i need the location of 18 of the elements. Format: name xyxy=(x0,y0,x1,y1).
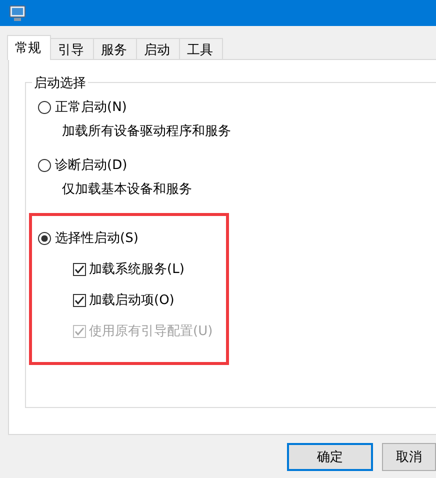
checkbox[interactable] xyxy=(73,294,86,306)
group-title: 启动选择 xyxy=(32,74,88,92)
option-description: 仅加载基本设备和服务 xyxy=(62,181,193,198)
checkbox-label[interactable]: 加载系统服务(L) xyxy=(89,260,184,278)
checkbox[interactable] xyxy=(73,262,86,276)
cancel-button[interactable]: 取消 xyxy=(382,442,436,470)
radio-button[interactable] xyxy=(38,100,51,114)
radio-label[interactable]: 诊断启动(D) xyxy=(55,156,128,174)
radio-button[interactable] xyxy=(38,232,51,244)
monitor-icon xyxy=(9,4,26,22)
checkbox-label[interactable]: 加载启动项(O) xyxy=(89,291,174,309)
ok-button[interactable]: 确定 xyxy=(287,442,373,470)
option-description: 加载所有设备驱动程序和服务 xyxy=(62,123,232,140)
tab[interactable]: 常规 xyxy=(7,35,51,60)
radio-label[interactable]: 正常启动(N) xyxy=(55,98,127,116)
tab[interactable]: 工具 xyxy=(179,38,223,60)
radio-button[interactable] xyxy=(38,158,51,172)
radio-label[interactable]: 选择性启动(S) xyxy=(55,229,138,247)
